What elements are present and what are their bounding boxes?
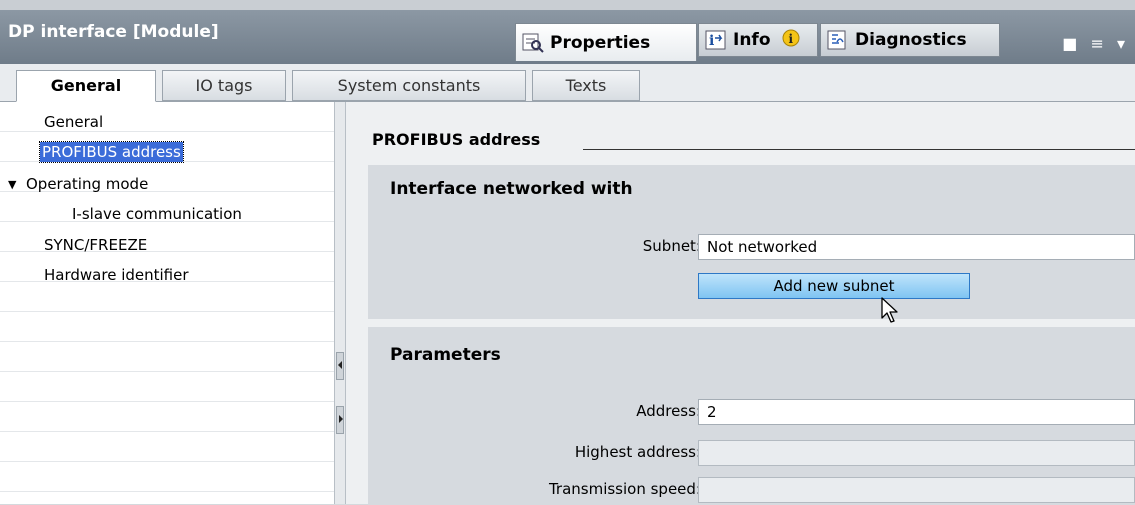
- nav-item-hardware-identifier[interactable]: Hardware identifier: [44, 265, 189, 285]
- nav-item-operating-mode[interactable]: Operating mode: [26, 174, 148, 194]
- mouse-pointer-icon: [881, 297, 898, 323]
- nav-row: [0, 342, 334, 372]
- parameters-group: Parameters Address: 2 Highest address: T…: [368, 326, 1135, 505]
- nav-row: [0, 462, 334, 492]
- expand-right-handle[interactable]: [336, 406, 344, 434]
- tab-diagnostics-label: Diagnostics: [855, 30, 967, 50]
- expand-arrow-icon[interactable]: ▼: [8, 175, 16, 195]
- properties-content: PROFIBUS address Interface networked wit…: [346, 102, 1135, 505]
- nav-item-i-slave-communication[interactable]: I-slave communication: [72, 204, 242, 224]
- subtab-io-tags[interactable]: IO tags: [162, 70, 286, 101]
- tab-info[interactable]: i Info i: [698, 23, 818, 57]
- nav-row: [0, 312, 334, 342]
- pane-splitter[interactable]: [335, 102, 346, 504]
- nav-item-sync-freeze[interactable]: SYNC/FREEZE: [44, 235, 147, 255]
- subtab-texts[interactable]: Texts: [532, 70, 640, 101]
- nav-item-profibus-address[interactable]: PROFIBUS address: [39, 141, 184, 163]
- tab-properties[interactable]: Properties: [515, 23, 697, 61]
- info-warning-icon: i: [781, 28, 801, 53]
- sub-tab-bar: General IO tags System constants Texts: [0, 64, 1135, 102]
- inspector-titlebar: DP interface [Module] Properties i Info …: [0, 10, 1135, 64]
- collapse-left-handle[interactable]: [336, 352, 344, 380]
- svg-text:i: i: [788, 32, 793, 46]
- highest-address-field[interactable]: [698, 440, 1135, 466]
- transmission-speed-field[interactable]: [698, 477, 1135, 503]
- properties-icon: [522, 33, 544, 53]
- diagnostics-icon: [827, 30, 849, 50]
- add-new-subnet-button[interactable]: Add new subnet: [698, 273, 970, 299]
- nav-row: [0, 432, 334, 462]
- subtab-system-constants[interactable]: System constants: [292, 70, 526, 101]
- tab-properties-label: Properties: [550, 32, 651, 53]
- interface-group-title: Interface networked with: [390, 179, 633, 199]
- highest-address-label: Highest address:: [574, 443, 701, 461]
- navigation-tree: General PROFIBUS address ▼ Operating mod…: [0, 102, 335, 504]
- section-title: PROFIBUS address: [372, 130, 541, 149]
- transmission-speed-label: Transmission speed:: [548, 480, 701, 498]
- nav-item-general[interactable]: General: [44, 112, 103, 132]
- info-icon: i: [705, 30, 727, 50]
- parameters-group-title: Parameters: [390, 345, 501, 365]
- nav-row: [0, 282, 334, 312]
- subnet-label: Subnet:: [642, 237, 701, 255]
- nav-row: [0, 402, 334, 432]
- svg-text:i: i: [709, 33, 714, 49]
- window-title: DP interface [Module]: [8, 22, 219, 42]
- window-controls[interactable]: ■ ≡ ▾: [1062, 34, 1129, 53]
- interface-networked-group: Interface networked with Subnet: Not net…: [368, 164, 1135, 319]
- address-label: Address:: [636, 402, 701, 420]
- subtab-general[interactable]: General: [16, 70, 156, 102]
- tab-info-label: Info: [733, 30, 771, 50]
- subnet-field[interactable]: Not networked: [698, 234, 1135, 260]
- address-field[interactable]: 2: [698, 399, 1135, 425]
- tab-diagnostics[interactable]: Diagnostics: [820, 23, 1000, 57]
- nav-row: [0, 372, 334, 402]
- section-divider: [583, 149, 1135, 150]
